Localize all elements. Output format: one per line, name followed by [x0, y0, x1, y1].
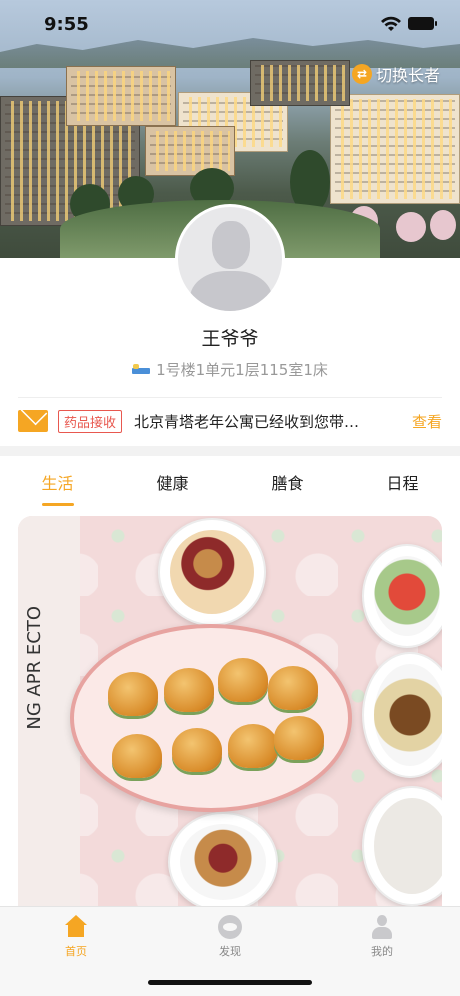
avatar[interactable] [175, 204, 285, 314]
porridge-bowl [362, 786, 442, 906]
tabbar-me-label: 我的 [371, 945, 393, 958]
bun [112, 734, 162, 778]
battery-icon [408, 17, 437, 30]
tab-health[interactable]: 健康 [115, 456, 230, 508]
tree [396, 212, 426, 242]
meal-photo[interactable]: NG APR ECTO [18, 516, 442, 912]
building [66, 66, 176, 126]
home-indicator [148, 980, 312, 985]
building [250, 60, 350, 106]
tabbar-home[interactable]: 首页 [36, 915, 116, 959]
bun [164, 668, 214, 712]
bun [108, 672, 158, 716]
status-bar: 9:55 [0, 0, 460, 50]
notice-bar[interactable]: 药品接收 北京青塔老年公寓已经收到您带… 查看 [18, 408, 442, 434]
tabbar-discover-label: 发现 [219, 945, 241, 958]
status-time: 9:55 [44, 14, 89, 35]
bun [228, 724, 278, 768]
switch-icon: ⇄ [352, 64, 372, 84]
tabbar-me[interactable]: 我的 [342, 915, 422, 959]
nut-bowl [158, 518, 266, 626]
tree [430, 210, 456, 240]
tabbar-discover[interactable]: 发现 [190, 915, 270, 959]
bun [172, 728, 222, 772]
category-tabs: 生活 健康 膳食 日程 [0, 456, 460, 508]
building [145, 126, 235, 176]
nut-bowl-2 [168, 812, 278, 912]
divider [18, 397, 442, 398]
tab-life[interactable]: 生活 [0, 456, 115, 508]
mail-icon [18, 410, 48, 432]
switch-elder-button[interactable]: ⇄ 切换长者 [350, 62, 446, 86]
content-section: 生活 健康 膳食 日程 NG APR ECTO [0, 456, 460, 912]
tabbar-home-label: 首页 [65, 945, 87, 958]
bun [268, 666, 318, 710]
bun [218, 658, 268, 702]
stew-bowl [362, 652, 442, 778]
bun [274, 716, 324, 760]
room-text: 1号楼1单元1层115室1床 [156, 361, 328, 379]
view-notice-link[interactable]: 查看 [412, 411, 442, 432]
home-icon [64, 915, 88, 939]
notice-text: 北京青塔老年公寓已经收到您带… [134, 412, 360, 431]
tab-meals[interactable]: 膳食 [230, 456, 345, 508]
salad-bowl [362, 544, 442, 648]
switch-elder-label: 切换长者 [376, 66, 441, 85]
bed-icon [132, 363, 151, 376]
wifi-icon [381, 16, 401, 31]
notice-badge: 药品接收 [58, 409, 123, 433]
elder-name: 王爷爷 [201, 328, 259, 350]
discover-icon [218, 915, 242, 939]
room-info: 1号楼1单元1层115室1床 [0, 359, 460, 380]
profile-icon [370, 915, 394, 939]
tab-schedule[interactable]: 日程 [345, 456, 460, 508]
building [330, 94, 460, 204]
